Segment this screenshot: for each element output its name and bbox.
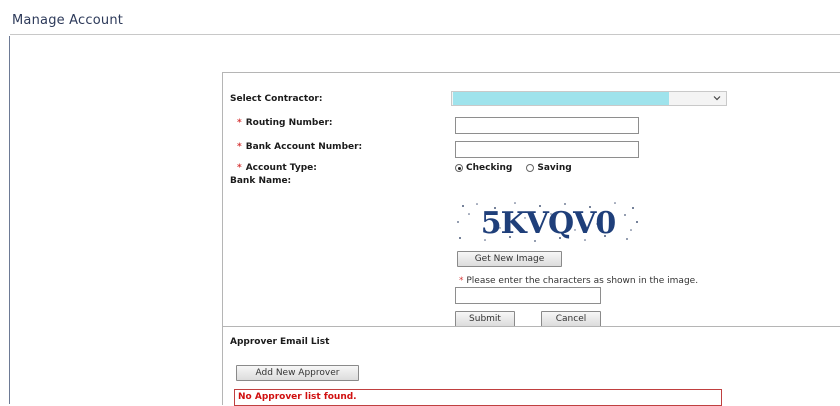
required-mark: * (237, 142, 242, 152)
required-mark: * (237, 118, 242, 128)
get-new-image-button[interactable]: Get New Image (457, 251, 562, 267)
left-border (9, 36, 10, 404)
bank-account-number-label: * Bank Account Number: (237, 142, 363, 152)
account-type-radio-group: Checking Saving (455, 163, 572, 173)
radio-checking-label: Checking (466, 163, 513, 173)
captcha-image: 5KVQV0 (455, 200, 641, 244)
submit-button[interactable]: Submit (455, 311, 515, 327)
approver-email-list-title: Approver Email List (230, 337, 330, 347)
routing-number-label: * Routing Number: (237, 118, 333, 128)
add-new-approver-button[interactable]: Add New Approver (236, 365, 359, 381)
radio-saving[interactable] (526, 164, 535, 172)
required-mark: * (237, 163, 242, 173)
captcha-input[interactable] (455, 287, 601, 304)
bank-account-number-input[interactable] (455, 141, 639, 158)
title-divider (10, 34, 840, 35)
routing-number-input[interactable] (455, 117, 639, 134)
cancel-button[interactable]: Cancel (541, 311, 601, 327)
select-contractor-label: Select Contractor: (230, 94, 323, 104)
captcha-hint: * Please enter the characters as shown i… (459, 276, 699, 286)
no-approver-message: No Approver list found. (238, 392, 357, 402)
chevron-down-icon (713, 96, 721, 101)
section-divider (223, 326, 840, 327)
bank-name-label: Bank Name: (230, 176, 292, 186)
radio-saving-label: Saving (537, 163, 572, 173)
page-title: Manage Account (12, 13, 124, 28)
contractor-select-value (453, 92, 669, 105)
contractor-select[interactable] (451, 91, 727, 106)
captcha-text: 5KVQV0 (481, 206, 616, 241)
no-approver-message-box: No Approver list found. (234, 389, 722, 406)
account-type-label: * Account Type: (237, 163, 317, 173)
radio-checking[interactable] (455, 164, 463, 172)
